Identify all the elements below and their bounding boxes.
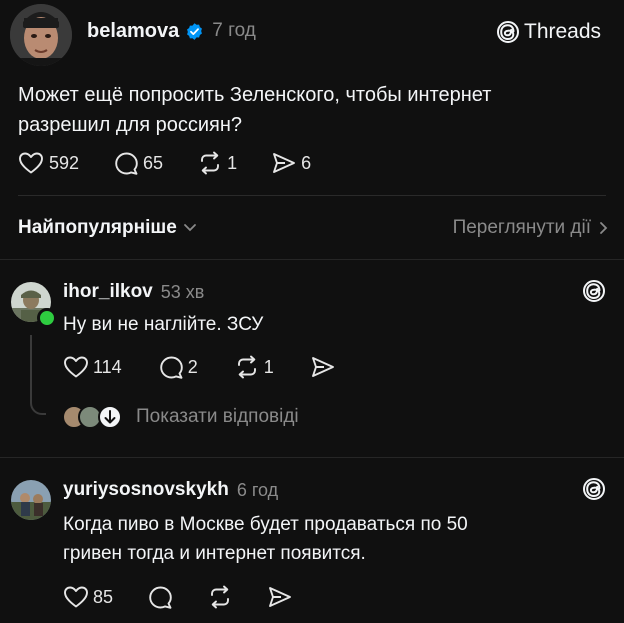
reply-text: Ну ви не наглійте. ЗСУ xyxy=(63,314,264,335)
reply-like-button[interactable]: 85 xyxy=(63,585,113,609)
reply-username[interactable]: ihor_ilkov xyxy=(63,281,153,303)
repost-icon xyxy=(207,585,233,609)
comment-button[interactable]: 65 xyxy=(113,151,163,175)
repost-icon xyxy=(234,355,260,379)
reply-time: 53 хв xyxy=(160,281,205,302)
thread-line xyxy=(30,335,46,415)
reply-comment-button[interactable] xyxy=(147,585,173,609)
reply-divider xyxy=(0,457,624,458)
heart-icon xyxy=(63,585,89,609)
reply-username[interactable]: yuriysosnovskykh xyxy=(63,479,229,501)
reply-like-button[interactable]: 114 xyxy=(63,355,122,379)
share-count: 6 xyxy=(301,152,312,173)
sort-label: Найпопулярніше xyxy=(18,217,177,238)
reply-share-button[interactable] xyxy=(310,355,336,379)
threads-icon[interactable] xyxy=(583,279,605,308)
repost-icon xyxy=(197,151,223,175)
reply-text-line2: гривен тогда и интернет появится. xyxy=(63,543,366,564)
reply-repost-count: 1 xyxy=(263,356,274,377)
reply-comment-count: 2 xyxy=(187,356,198,377)
reply-share-button[interactable] xyxy=(267,585,293,609)
comment-icon xyxy=(158,355,184,379)
comment-icon xyxy=(113,151,139,175)
like-button[interactable]: 592 xyxy=(18,151,79,175)
like-count: 592 xyxy=(49,152,80,173)
reply-like-count: 114 xyxy=(93,356,122,377)
send-icon xyxy=(271,151,297,175)
online-indicator xyxy=(37,308,57,328)
post-text-line1: Может ещё попросить Зеленского, чтобы ин… xyxy=(18,84,492,106)
verified-badge-icon xyxy=(185,22,204,41)
author-avatar[interactable] xyxy=(10,4,72,66)
reply-like-count: 85 xyxy=(93,586,114,607)
chevron-right-icon xyxy=(599,221,608,235)
heart-icon xyxy=(18,151,44,175)
replier-avatars xyxy=(62,404,124,430)
show-replies-button[interactable]: Показати відповіді xyxy=(62,404,299,430)
post-text-line2: разрешил для россиян? xyxy=(18,114,243,136)
threads-logo-icon xyxy=(497,20,519,44)
reply-text-line1: Когда пиво в Москве будет продаваться по… xyxy=(63,514,468,535)
author-username[interactable]: belamova xyxy=(87,20,179,43)
view-activity-link[interactable]: Переглянути дії xyxy=(453,215,608,241)
repost-count: 1 xyxy=(227,152,238,173)
section-divider xyxy=(0,259,624,260)
comment-icon xyxy=(147,585,173,609)
post-time: 7 год xyxy=(212,20,256,41)
threads-link[interactable]: Threads xyxy=(497,18,601,46)
reply-comment-button[interactable]: 2 xyxy=(158,355,198,379)
comment-count: 65 xyxy=(143,152,164,173)
sort-dropdown[interactable]: Найпопулярніше xyxy=(18,215,197,241)
reply-time: 6 год xyxy=(236,479,279,500)
threads-label: Threads xyxy=(524,20,602,43)
repost-button[interactable]: 1 xyxy=(197,151,237,175)
reply-avatar[interactable] xyxy=(11,480,51,520)
threads-icon[interactable] xyxy=(583,477,605,506)
send-icon xyxy=(267,585,293,609)
reply-repost-button[interactable]: 1 xyxy=(234,355,274,379)
reply-repost-button[interactable] xyxy=(207,585,233,609)
post-divider xyxy=(18,195,606,196)
show-replies-label: Показати відповіді xyxy=(136,406,299,427)
view-activity-label: Переглянути дії xyxy=(452,217,591,238)
share-button[interactable]: 6 xyxy=(271,151,311,175)
send-icon xyxy=(310,355,336,379)
heart-icon xyxy=(63,355,89,379)
chevron-down-icon xyxy=(183,223,197,233)
